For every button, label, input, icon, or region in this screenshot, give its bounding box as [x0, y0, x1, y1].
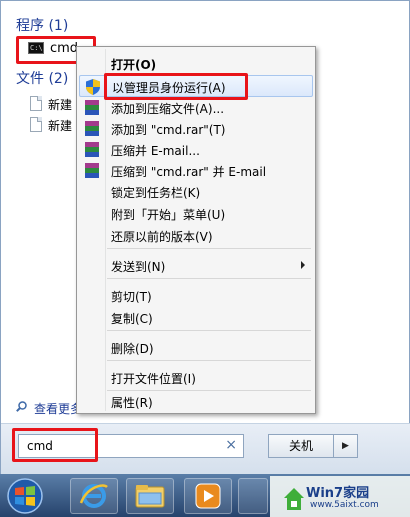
- submenu-arrow-icon: [301, 261, 305, 269]
- menu-separator: [107, 248, 311, 249]
- menu-item-label: 添加到压缩文件(A)...: [111, 102, 225, 116]
- internet-explorer-icon: [79, 484, 108, 508]
- highlight-box-run-as-admin: [104, 73, 248, 100]
- winrar-icon: [85, 163, 99, 178]
- menu-item-open-file-location[interactable]: 打开文件位置(I): [79, 367, 313, 389]
- context-menu: 打开(O) 以管理员身份运行(A) 添加到压缩文件(A)... 添加到 "cmd…: [76, 46, 316, 414]
- highlight-box-search: [12, 428, 98, 462]
- file-label: 新建: [48, 98, 73, 112]
- menu-item-label: 发送到(N): [111, 260, 166, 274]
- watermark-title: Win7家园: [306, 486, 370, 501]
- menu-item-pin-start-menu[interactable]: 附到「开始」菜单(U): [79, 203, 313, 225]
- menu-item-delete[interactable]: 删除(D): [79, 337, 313, 359]
- uac-shield-icon: [86, 79, 100, 95]
- text-document-icon: [30, 96, 42, 111]
- start-orb-icon[interactable]: [4, 477, 46, 515]
- shutdown-options-arrow[interactable]: ▶: [334, 434, 358, 458]
- menu-item-compress-cmd-rar-email[interactable]: 压缩到 "cmd.rar" 并 E-mail: [79, 160, 313, 182]
- menu-item-cut[interactable]: 剪切(T): [79, 285, 313, 307]
- menu-item-label: 剪切(T): [111, 290, 152, 304]
- menu-item-label: 压缩到 "cmd.rar" 并 E-mail: [111, 165, 267, 179]
- menu-item-label: 附到「开始」菜单(U): [111, 208, 226, 222]
- media-player-icon: [195, 483, 221, 509]
- text-document-icon: [30, 117, 42, 132]
- menu-item-add-to-archive[interactable]: 添加到压缩文件(A)...: [79, 97, 313, 119]
- shutdown-button[interactable]: 关机: [268, 434, 334, 458]
- menu-separator: [107, 278, 311, 279]
- file-label: 新建: [48, 119, 73, 133]
- menu-item-label: 压缩并 E-mail...: [111, 144, 200, 158]
- taskbar-button-explorer[interactable]: [126, 478, 174, 514]
- winrar-icon: [85, 121, 99, 136]
- windows-explorer-icon: [135, 485, 165, 508]
- menu-item-pin-taskbar[interactable]: 锁定到任务栏(K): [79, 181, 313, 203]
- clear-search-icon[interactable]: ×: [225, 437, 237, 453]
- menu-item-label: 还原以前的版本(V): [111, 230, 213, 244]
- menu-item-restore-versions[interactable]: 还原以前的版本(V): [79, 225, 313, 247]
- shutdown-control: 关机 ▶: [268, 434, 358, 458]
- menu-item-copy[interactable]: 复制(C): [79, 307, 313, 329]
- menu-separator: [107, 330, 311, 331]
- magnifier-icon: [16, 401, 27, 412]
- winrar-icon: [85, 100, 99, 115]
- see-more-label: 查看更多: [34, 402, 83, 416]
- menu-item-compress-email[interactable]: 压缩并 E-mail...: [79, 139, 313, 161]
- taskbar-button-ie[interactable]: [70, 478, 118, 514]
- files-section-header: 文件 (2): [16, 71, 69, 87]
- menu-item-label: 打开文件位置(I): [111, 372, 196, 386]
- menu-item-label: 删除(D): [111, 342, 154, 356]
- menu-item-label: 属性(R): [111, 396, 153, 410]
- menu-item-label: 锁定到任务栏(K): [111, 186, 201, 200]
- menu-item-label: 复制(C): [111, 312, 153, 326]
- taskbar-button-media-player[interactable]: [184, 478, 232, 514]
- menu-item-add-to-cmd-rar[interactable]: 添加到 "cmd.rar"(T): [79, 118, 313, 140]
- winrar-icon: [85, 142, 99, 157]
- menu-item-send-to[interactable]: 发送到(N): [79, 255, 313, 277]
- taskbar-button-extra[interactable]: [238, 478, 268, 514]
- menu-item-open[interactable]: 打开(O): [79, 53, 313, 75]
- menu-separator: [107, 360, 311, 361]
- menu-item-label: 添加到 "cmd.rar"(T): [111, 123, 226, 137]
- menu-item-properties[interactable]: 属性(R): [79, 391, 313, 413]
- programs-section-header: 程序 (1): [16, 18, 69, 34]
- menu-item-label: 打开(O): [111, 58, 157, 72]
- watermark-url: www.5aixt.com: [310, 500, 379, 510]
